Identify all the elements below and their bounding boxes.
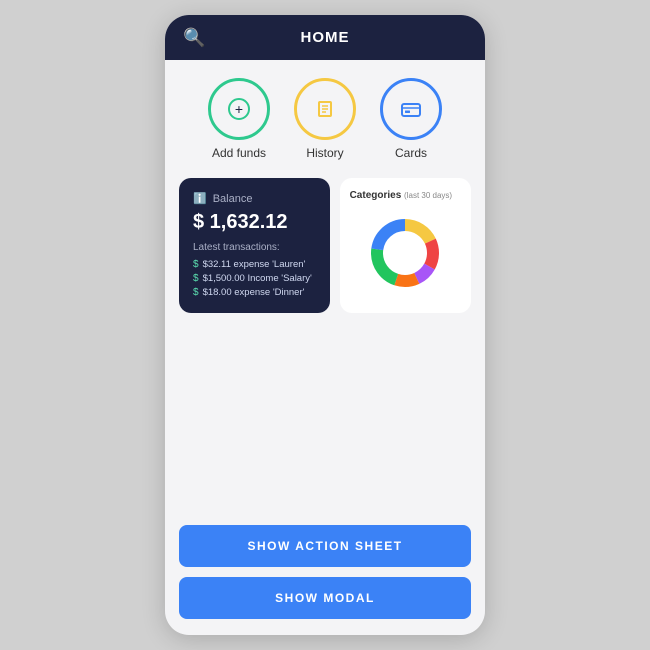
transaction-text-2: $1,500.00 Income 'Salary' (203, 273, 312, 284)
balance-card: ℹ️ Balance $ 1,632.12 Latest transaction… (179, 178, 330, 313)
info-cards-row: ℹ️ Balance $ 1,632.12 Latest transaction… (179, 178, 471, 313)
history-icon (294, 78, 356, 140)
header: 🔍 HOME (165, 15, 485, 60)
transaction-3: $ $18.00 expense 'Dinner' (193, 287, 316, 298)
svg-text:+: + (235, 101, 243, 117)
action-buttons: SHOW ACTION SHEET SHOW MODAL (179, 509, 471, 619)
balance-header: ℹ️ Balance (193, 192, 316, 205)
add-funds-label: Add funds (212, 146, 266, 160)
transaction-text-3: $18.00 expense 'Dinner' (203, 287, 305, 298)
transaction-icon-3: $ (193, 287, 199, 298)
quick-action-add-funds[interactable]: + Add funds (208, 78, 270, 160)
transactions-label: Latest transactions: (193, 242, 316, 253)
cards-label: Cards (395, 146, 427, 160)
phone-container: 🔍 HOME + Add funds (165, 15, 485, 635)
transaction-text-1: $32.11 expense 'Lauren' (203, 259, 306, 270)
add-funds-icon: + (208, 78, 270, 140)
content-area: + Add funds History (165, 60, 485, 635)
balance-amount: $ 1,632.12 (193, 211, 316, 234)
quick-actions-row: + Add funds History (179, 78, 471, 160)
cards-icon (380, 78, 442, 140)
balance-info-icon: ℹ️ (193, 192, 207, 205)
history-label: History (306, 146, 343, 160)
balance-label: Balance (213, 193, 253, 205)
search-icon[interactable]: 🔍 (183, 27, 205, 48)
show-action-sheet-button[interactable]: SHOW ACTION SHEET (179, 525, 471, 567)
categories-title: Categories (last 30 days) (350, 190, 461, 201)
show-modal-button[interactable]: SHOW MODAL (179, 577, 471, 619)
categories-card: Categories (last 30 days) (340, 178, 471, 313)
transaction-icon-1: $ (193, 259, 199, 270)
quick-action-cards[interactable]: Cards (380, 78, 442, 160)
quick-action-history[interactable]: History (294, 78, 356, 160)
page-title: HOME (301, 29, 350, 46)
donut-chart (350, 203, 461, 303)
transaction-2: $ $1,500.00 Income 'Salary' (193, 273, 316, 284)
transaction-icon-2: $ (193, 273, 199, 284)
transaction-1: $ $32.11 expense 'Lauren' (193, 259, 316, 270)
